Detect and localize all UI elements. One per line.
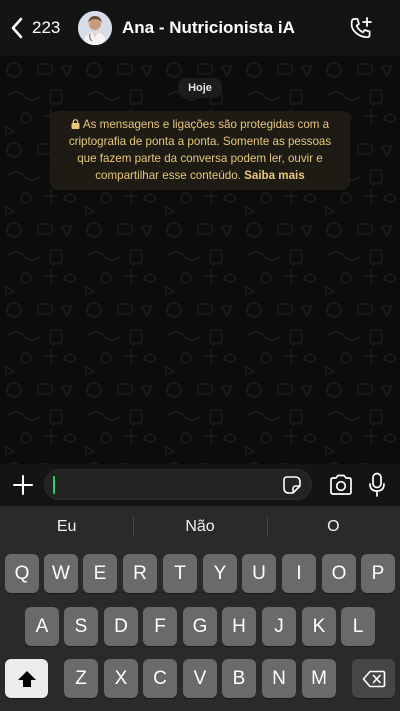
key-p[interactable]: P <box>361 554 395 593</box>
chevron-left-icon <box>11 17 23 39</box>
avatar-image <box>78 11 112 45</box>
key-e[interactable]: E <box>83 554 117 593</box>
key-z[interactable]: Z <box>64 659 98 698</box>
avatar[interactable] <box>78 11 112 45</box>
key-y[interactable]: Y <box>203 554 237 593</box>
shift-key[interactable] <box>5 659 48 698</box>
backspace-key[interactable] <box>352 659 395 698</box>
key-i[interactable]: I <box>282 554 316 593</box>
back-button[interactable]: 223 <box>10 8 74 48</box>
shift-icon <box>17 670 36 687</box>
key-s[interactable]: S <box>64 607 98 646</box>
keyboard: Eu Não O Q W E R T Y U I O P A S D F G H… <box>0 506 400 711</box>
key-v[interactable]: V <box>183 659 217 698</box>
suggestion-item[interactable]: Não <box>133 506 266 548</box>
key-d[interactable]: D <box>104 607 138 646</box>
key-x[interactable]: X <box>104 659 138 698</box>
sticker-icon[interactable] <box>282 475 302 495</box>
key-c[interactable]: C <box>143 659 177 698</box>
backspace-icon <box>362 670 385 688</box>
key-f[interactable]: F <box>143 607 177 646</box>
key-n[interactable]: N <box>262 659 296 698</box>
key-m[interactable]: M <box>302 659 336 698</box>
camera-icon[interactable] <box>328 474 354 496</box>
key-w[interactable]: W <box>44 554 78 593</box>
chat-area[interactable]: Hoje As mensagens e ligações são protegi… <box>0 56 400 464</box>
chat-header: 223 Ana - Nutricionista iA <box>0 0 400 56</box>
contact-name[interactable]: Ana - Nutricionista iA <box>122 18 295 38</box>
key-r[interactable]: R <box>123 554 157 593</box>
suggestion-item[interactable]: Eu <box>0 506 133 548</box>
key-b[interactable]: B <box>222 659 256 698</box>
key-j[interactable]: J <box>262 607 296 646</box>
suggestion-bar: Eu Não O <box>0 506 400 548</box>
learn-more-link[interactable]: Saiba mais <box>244 169 305 182</box>
key-l[interactable]: L <box>341 607 375 646</box>
key-u[interactable]: U <box>242 554 276 593</box>
key-k[interactable]: K <box>302 607 336 646</box>
key-g[interactable]: G <box>183 607 217 646</box>
encryption-notice[interactable]: As mensagens e ligações são protegidas c… <box>50 111 350 190</box>
message-composer <box>0 464 400 506</box>
suggestion-item[interactable]: O <box>266 506 400 548</box>
plus-icon[interactable] <box>11 473 35 497</box>
phone-plus-icon[interactable] <box>348 16 374 42</box>
unread-count: 223 <box>32 18 61 37</box>
key-h[interactable]: H <box>222 607 256 646</box>
key-t[interactable]: T <box>163 554 197 593</box>
microphone-icon[interactable] <box>368 472 386 498</box>
date-chip: Hoje <box>178 78 222 98</box>
lock-icon <box>71 119 80 129</box>
key-o[interactable]: O <box>322 554 356 593</box>
key-q[interactable]: Q <box>5 554 39 593</box>
key-a[interactable]: A <box>25 607 59 646</box>
message-input[interactable] <box>44 469 312 500</box>
text-cursor <box>53 476 55 494</box>
